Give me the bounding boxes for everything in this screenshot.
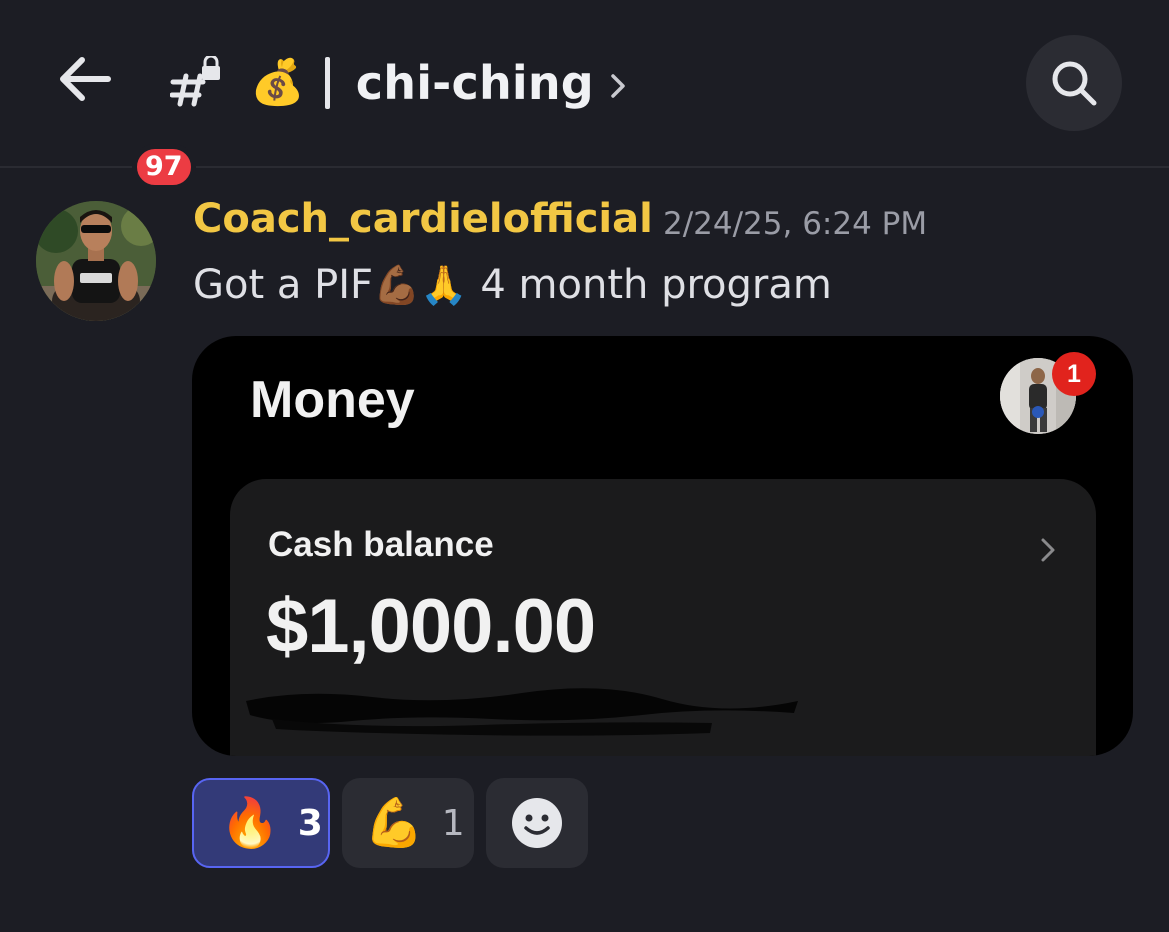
chevron-right-icon bbox=[611, 74, 625, 98]
add-reaction-button[interactable] bbox=[486, 778, 588, 868]
unread-badge: 97 bbox=[132, 144, 196, 190]
chat-screen: 97 💰 chi-ching Coach_cardielofficial 2/2… bbox=[0, 0, 1169, 932]
avatar-photo bbox=[36, 201, 156, 321]
channel-title-button[interactable]: 💰 chi-ching bbox=[250, 48, 626, 118]
reaction-muscle[interactable]: 💪 1 bbox=[342, 778, 474, 868]
channel-header: 97 💰 chi-ching bbox=[0, 0, 1169, 190]
search-icon bbox=[1052, 61, 1097, 106]
add-reaction-icon bbox=[512, 798, 562, 848]
message-text-end: 4 month program bbox=[467, 262, 832, 308]
notification-badge: 1 bbox=[1052, 352, 1096, 396]
money-bag-icon: 💰 bbox=[250, 57, 305, 108]
money-heading: Money bbox=[250, 371, 415, 429]
flexed-biceps-icon: 💪 bbox=[364, 795, 424, 851]
author-avatar[interactable] bbox=[36, 201, 156, 321]
cash-balance-amount: $1,000.00 bbox=[266, 584, 596, 669]
title-divider bbox=[324, 57, 330, 109]
channel-name: chi-ching bbox=[355, 56, 594, 110]
reaction-fire[interactable]: 🔥 3 bbox=[192, 778, 330, 868]
message-text-start: Got a PIF bbox=[193, 262, 374, 308]
message-author[interactable]: Coach_cardielofficial bbox=[193, 196, 653, 242]
redaction-scribble bbox=[246, 688, 798, 736]
message-timestamp: 2/24/25, 6:24 PM bbox=[663, 206, 928, 242]
back-arrow-icon bbox=[60, 57, 111, 101]
reaction-count: 1 bbox=[441, 802, 465, 844]
image-attachment[interactable]: Money 1 Cash balance $1,000.00 bbox=[192, 336, 1133, 756]
locked-channel-icon bbox=[170, 56, 220, 107]
back-button[interactable]: 97 bbox=[52, 48, 196, 190]
message-emojis: 💪🏾🙏 bbox=[373, 263, 468, 307]
chevron-right-icon bbox=[1041, 538, 1055, 562]
cash-balance-label: Cash balance bbox=[268, 525, 494, 564]
reaction-count: 3 bbox=[297, 802, 323, 844]
fire-icon: 🔥 bbox=[220, 795, 280, 851]
message-content: Got a PIF💪🏾🙏 4 month program bbox=[193, 262, 832, 308]
search-button[interactable] bbox=[1026, 35, 1122, 131]
